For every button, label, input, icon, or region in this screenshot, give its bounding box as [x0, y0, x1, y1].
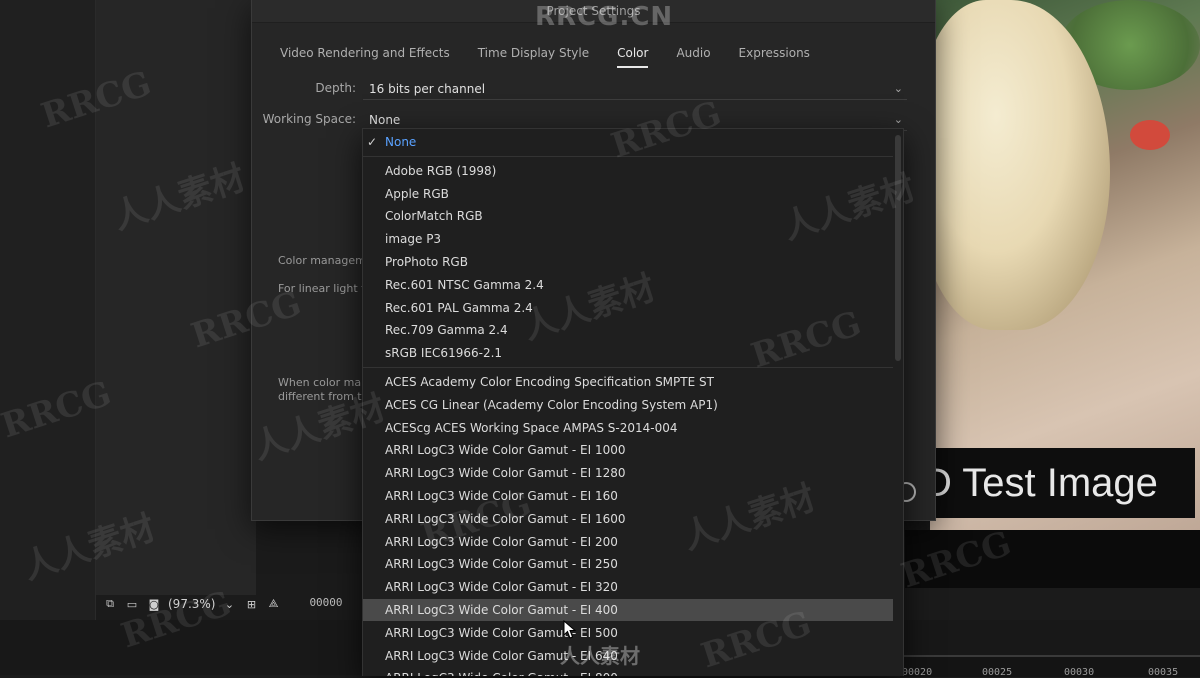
tab-audio[interactable]: Audio [676, 46, 710, 68]
menu-item[interactable]: Rec.601 PAL Gamma 2.4 [363, 297, 893, 319]
working-space-value: None [369, 113, 401, 127]
menu-item[interactable]: ARRI LogC3 Wide Color Gamut - EI 160 [363, 485, 893, 507]
preview-black-band [905, 530, 1200, 588]
menu-item[interactable]: ACEScg ACES Working Space AMPAS S-2014-0… [363, 417, 893, 439]
mouse-cursor-icon [563, 620, 577, 639]
menu-item-label: Rec.601 PAL Gamma 2.4 [385, 300, 533, 315]
project-panel [96, 0, 256, 595]
menu-item-label: ColorMatch RGB [385, 209, 483, 224]
menu-item-label: sRGB IEC61966-2.1 [385, 346, 503, 361]
menu-item-label: ARRI LogC3 Wide Color Gamut - EI 800 [385, 671, 618, 676]
menu-item-label: ARRI LogC3 Wide Color Gamut - EI 200 [385, 534, 618, 549]
menu-item[interactable]: ARRI LogC3 Wide Color Gamut - EI 320 [363, 576, 893, 598]
menu-item-label: None [385, 135, 417, 149]
ruler-tick: 00030 [1064, 667, 1095, 678]
menu-item-label: ARRI LogC3 Wide Color Gamut - EI 320 [385, 580, 618, 595]
menu-item[interactable]: ✓ None [363, 131, 893, 153]
working-space-label: Working Space: [262, 112, 356, 126]
menu-item-label: ARRI LogC3 Wide Color Gamut - EI 250 [385, 557, 618, 572]
monitor-icon[interactable]: ▭ [124, 597, 140, 611]
watermark-top: RRCG.CN [535, 2, 674, 32]
tab-bar: Video Rendering and Effects Time Display… [280, 46, 810, 68]
menu-item-label: Adobe RGB (1998) [385, 163, 497, 178]
menu-item-label: ARRI LogC3 Wide Color Gamut - EI 160 [385, 489, 618, 503]
ruler-tick: 00025 [982, 667, 1013, 678]
menu-item-label: ARRI LogC3 Wide Color Gamut - EI 640 [385, 648, 618, 663]
menu-item-label: ARRI LogC3 Wide Color Gamut - EI 500 [385, 625, 618, 640]
tab-color[interactable]: Color [617, 46, 649, 68]
menu-scrollbar[interactable] [895, 135, 901, 361]
menu-item[interactable]: image P3 [363, 228, 893, 250]
menu-item[interactable]: ARRI LogC3 Wide Color Gamut - EI 200 [363, 531, 893, 553]
depth-label: Depth: [315, 81, 356, 95]
menu-item[interactable]: Rec.601 NTSC Gamma 2.4 [363, 274, 893, 296]
menu-item[interactable]: Adobe RGB (1998) [363, 160, 893, 182]
crop-icon[interactable]: ⟁ [265, 597, 281, 611]
menu-item-label: Rec.709 Gamma 2.4 [385, 323, 508, 338]
menu-item-label: ARRI LogC3 Wide Color Gamut - EI 400 [385, 603, 618, 617]
menu-item-label: ProPhoto RGB [385, 255, 468, 269]
menu-item[interactable]: ACES Academy Color Encoding Specificatio… [363, 371, 893, 393]
fit-icon[interactable]: ⊞ [243, 597, 259, 611]
menu-item[interactable]: ARRI LogC3 Wide Color Gamut - EI 1280 [363, 462, 893, 484]
tab-time-display[interactable]: Time Display Style [478, 46, 589, 68]
chevron-down-icon[interactable]: ⌄ [221, 597, 237, 611]
preview-flower [1130, 120, 1170, 150]
menu-separator [363, 155, 893, 157]
when-color-text-2: different from the [278, 390, 376, 403]
menu-separator [363, 367, 893, 368]
menu-item[interactable]: ProPhoto RGB [363, 251, 893, 273]
menu-item-label: Apple RGB [385, 186, 449, 201]
menu-item[interactable]: Apple RGB [363, 183, 893, 205]
ruler-tick: 00020 [902, 667, 933, 678]
zoom-level[interactable]: (97.3%) [168, 597, 215, 611]
timeline-ruler[interactable]: 00020 00025 00030 00035 [900, 655, 1200, 678]
ruler-tick: 00035 [1148, 667, 1179, 678]
menu-item[interactable]: ARRI LogC3 Wide Color Gamut - EI 500 [363, 622, 893, 644]
menu-item-label: image P3 [385, 232, 442, 247]
menu-item-label: Rec.601 NTSC Gamma 2.4 [385, 277, 544, 292]
preview-caption: D Test Image [905, 448, 1195, 518]
menu-item[interactable]: ACES CG Linear (Academy Color Encoding S… [363, 394, 893, 416]
menu-item-label: ARRI LogC3 Wide Color Gamut - EI 1600 [385, 511, 626, 526]
menu-item-label: ARRI LogC3 Wide Color Gamut - EI 1280 [385, 466, 626, 481]
menu-item[interactable]: ColorMatch RGB [363, 205, 893, 227]
menu-item[interactable]: ARRI LogC3 Wide Color Gamut - EI 640 [363, 645, 893, 667]
tab-expressions[interactable]: Expressions [739, 46, 810, 68]
menu-item[interactable]: sRGB IEC61966-2.1 [363, 342, 893, 364]
menu-item[interactable]: ARRI LogC3 Wide Color Gamut - EI 1600 [363, 508, 893, 530]
left-panel [0, 0, 96, 620]
channel-icon[interactable]: ⧉ [102, 597, 118, 611]
depth-select[interactable]: 16 bits per channel ⌄ [363, 78, 907, 100]
menu-item-label: ARRI LogC3 Wide Color Gamut - EI 1000 [385, 443, 626, 458]
vr-icon[interactable]: ◙ [146, 597, 162, 611]
depth-value: 16 bits per channel [369, 82, 486, 96]
checkmark-icon: ✓ [367, 135, 378, 149]
menu-item-label: ACES CG Linear (Academy Color Encoding S… [385, 397, 718, 412]
tab-video-rendering[interactable]: Video Rendering and Effects [280, 46, 450, 68]
menu-item[interactable]: ARRI LogC3 Wide Color Gamut - EI 400 [363, 599, 893, 621]
menu-item[interactable]: ARRI LogC3 Wide Color Gamut - EI 1000 [363, 439, 893, 461]
chevron-down-icon: ⌄ [893, 82, 903, 95]
timecode-field[interactable]: 00000 [295, 594, 357, 612]
menu-item-label: ACEScg ACES Working Space AMPAS S-2014-0… [385, 420, 678, 435]
menu-item[interactable]: ARRI LogC3 Wide Color Gamut - EI 250 [363, 553, 893, 575]
working-space-menu: ✓ None Adobe RGB (1998) Apple RGB ColorMatch… [362, 128, 904, 676]
menu-item[interactable]: Rec.709 Gamma 2.4 [363, 319, 893, 341]
menu-item-label: ACES Academy Color Encoding Specificatio… [385, 375, 714, 389]
